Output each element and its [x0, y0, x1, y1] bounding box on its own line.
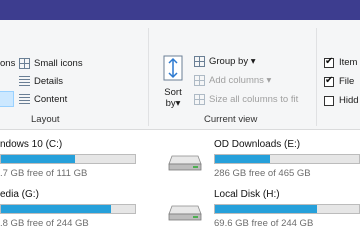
item-checkbox-icon[interactable] [324, 58, 334, 68]
drive-free-space: 286 GB free of 465 GB [214, 168, 311, 179]
file-checkbox-icon[interactable] [324, 77, 334, 87]
sort-by-label: by▾ [158, 98, 188, 109]
drive-usage-bar [214, 204, 360, 214]
add-columns-label: Add columns ▾ [209, 75, 271, 86]
size-columns-icon [194, 94, 205, 105]
sort-by-button[interactable]: Sort by▾ [158, 55, 188, 113]
layout-icons-option[interactable]: ons [0, 56, 15, 71]
details-label: Details [34, 76, 63, 87]
sort-icon [162, 55, 184, 81]
drive-name: Local Disk (H:) [214, 189, 280, 200]
layout-group-label: Layout [31, 114, 60, 125]
sort-label: Sort [158, 87, 188, 98]
small-icons-label: Small icons [34, 58, 83, 69]
add-columns-button[interactable]: Add columns ▾ [194, 73, 271, 88]
ribbon-separator [148, 28, 149, 126]
drive-free-space: .8 GB free of 244 GB [0, 218, 89, 229]
group-by-icon [194, 56, 205, 67]
content-icon [19, 94, 30, 105]
title-bar [0, 0, 360, 20]
hidden-items-label: Hidd [339, 95, 359, 106]
size-all-columns-label: Size all columns to fit [209, 94, 298, 105]
drive-name: edia (G:) [0, 189, 39, 200]
item-checkboxes-label: Item [339, 57, 357, 68]
file-name-extensions-option[interactable]: File [324, 74, 354, 89]
hidden-checkbox-icon[interactable] [324, 96, 334, 106]
current-view-group-label: Current view [204, 114, 257, 125]
drive-name: ndows 10 (C:) [0, 139, 62, 150]
layout-small-icons[interactable]: Small icons [19, 56, 83, 71]
small-icons-icon [19, 58, 30, 69]
drive-free-space: .7 GB free of 111 GB [0, 168, 87, 179]
details-icon [19, 76, 30, 87]
hard-drive-icon [168, 150, 202, 172]
layout-selected-option[interactable] [0, 91, 14, 107]
hard-drive-icon [168, 200, 202, 222]
ribbon-separator [316, 28, 317, 126]
drive-usage-bar [214, 154, 360, 164]
hidden-items-option[interactable]: Hidd [324, 93, 359, 108]
item-check-boxes-option[interactable]: Item [324, 55, 357, 70]
layout-content[interactable]: Content [19, 92, 67, 107]
add-columns-icon [194, 75, 205, 86]
layout-details[interactable]: Details [19, 74, 63, 89]
drive-name: OD Downloads (E:) [214, 139, 300, 150]
layout-icons-label: ons [0, 58, 15, 69]
group-by-button[interactable]: Group by ▾ [194, 54, 255, 69]
drive-free-space: 69.6 GB free of 244 GB [214, 218, 313, 229]
size-all-columns-button[interactable]: Size all columns to fit [194, 92, 298, 107]
content-label: Content [34, 94, 67, 105]
drive-usage-bar [0, 154, 136, 164]
file-extensions-label: File [339, 76, 354, 87]
drive-usage-bar [0, 204, 136, 214]
group-by-label: Group by ▾ [209, 56, 255, 67]
